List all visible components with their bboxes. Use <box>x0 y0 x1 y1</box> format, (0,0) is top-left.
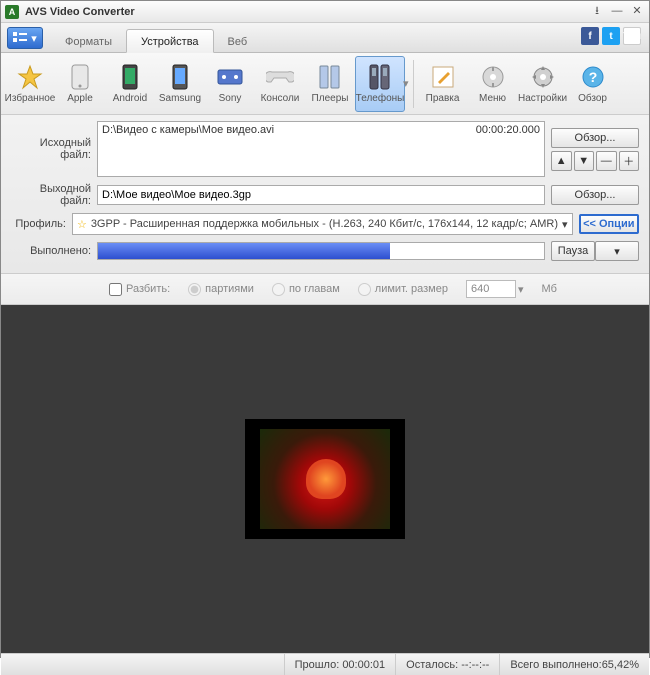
toolbtn-android[interactable]: Android <box>105 56 155 112</box>
progress-fill <box>98 243 390 259</box>
source-file-list[interactable]: D:\Видео с камеры\Мое видео.avi 00:00:20… <box>97 121 545 177</box>
output-label: Выходной файл: <box>11 183 91 207</box>
progress-bar <box>97 242 545 260</box>
view-mode-button[interactable]: ▾ <box>7 27 43 49</box>
toolbtn-about[interactable]: ?Обзор <box>568 56 618 112</box>
toolbtn-sony[interactable]: Sony <box>205 56 255 112</box>
options-button[interactable]: << Опции <box>579 214 639 234</box>
toolbtn-edit[interactable]: Правка <box>418 56 468 112</box>
split-options: Разбить: партиями по главам лимит. разме… <box>1 274 649 305</box>
move-up-button[interactable]: ▲ <box>551 151 572 171</box>
chevron-down-icon: ▾ <box>562 218 568 231</box>
toolbtn-consoles[interactable]: Консоли <box>255 56 305 112</box>
browse-source-button[interactable]: Обзор... <box>551 128 639 148</box>
split-byparts[interactable]: партиями <box>188 283 254 296</box>
toolbtn-favorites[interactable]: Избранное <box>5 56 55 112</box>
status-elapsed: Прошло: 00:00:01 <box>284 654 396 675</box>
chevron-down-icon[interactable]: ▾ <box>518 283 524 296</box>
toolbtn-samsung[interactable]: Samsung <box>155 56 205 112</box>
status-bar: Прошло: 00:00:01 Осталось: --:--:-- Всег… <box>1 653 649 675</box>
browse-output-button[interactable]: Обзор... <box>551 185 639 205</box>
preview-area <box>1 305 649 653</box>
thumbnail-image <box>260 429 390 529</box>
tab-devices[interactable]: Устройства <box>126 29 214 53</box>
toolbtn-players[interactable]: Плееры <box>305 56 355 112</box>
app-icon: A <box>5 5 19 19</box>
split-bysize[interactable]: лимит. размер <box>358 283 448 296</box>
svg-text:?: ? <box>588 69 597 85</box>
star-icon: ☆ <box>77 218 87 231</box>
pause-button[interactable]: Пауза <box>551 241 595 261</box>
radio-bysize[interactable] <box>358 283 371 296</box>
profile-label: Профиль: <box>11 218 66 230</box>
youtube-icon[interactable]: You <box>623 27 641 45</box>
source-label: Исходный файл: <box>11 137 91 161</box>
remove-button[interactable]: — <box>596 151 617 171</box>
split-size-input[interactable] <box>466 280 516 298</box>
source-file-path: D:\Видео с камеры\Мое видео.avi <box>102 124 274 174</box>
radio-byparts[interactable] <box>188 283 201 296</box>
split-bychapters[interactable]: по главам <box>272 283 340 296</box>
profile-text: 3GPP - Расширенная поддержка мобильных -… <box>91 218 558 230</box>
split-checkbox-label[interactable]: Разбить: <box>109 283 170 296</box>
tab-formats[interactable]: Форматы <box>51 30 126 52</box>
facebook-icon[interactable]: f <box>581 27 599 45</box>
close-button[interactable]: ✕ <box>629 5 645 19</box>
toolbtn-apple[interactable]: Apple <box>55 56 105 112</box>
add-button[interactable]: ＋ <box>619 151 640 171</box>
toolbtn-settings[interactable]: Настройки <box>518 56 568 112</box>
twitter-icon[interactable]: t <box>602 27 620 45</box>
toolbtn-phones[interactable]: Телефоны <box>355 56 405 112</box>
social-links: f t You <box>581 27 641 45</box>
radio-bychapters[interactable] <box>272 283 285 296</box>
pause-dropdown-button[interactable]: ▾ <box>595 241 639 261</box>
status-overall: Всего выполнено:65,42% <box>499 654 649 675</box>
download-icon[interactable]: ⭳ <box>589 5 605 19</box>
form-area: Исходный файл: D:\Видео с камеры\Мое вид… <box>1 115 649 274</box>
app-title: AVS Video Converter <box>25 6 585 18</box>
tab-web[interactable]: Веб <box>214 30 262 52</box>
move-down-button[interactable]: ▼ <box>574 151 595 171</box>
output-path-input[interactable] <box>97 185 545 205</box>
title-bar: A AVS Video Converter ⭳ — ✕ <box>1 1 649 23</box>
progress-label: Выполнено: <box>11 245 91 257</box>
source-file-duration: 00:00:20.000 <box>476 124 540 174</box>
minimize-button[interactable]: — <box>609 5 625 19</box>
split-checkbox[interactable] <box>109 283 122 296</box>
device-toolbar: Избранное Apple Android Samsung Sony Кон… <box>1 53 649 115</box>
toolbtn-menu[interactable]: Меню <box>468 56 518 112</box>
video-thumbnail <box>245 419 405 539</box>
profile-select[interactable]: ☆ 3GPP - Расширенная поддержка мобильных… <box>72 213 573 235</box>
mb-label: Мб <box>541 283 556 295</box>
tab-row: ▾ Форматы Устройства Веб f t You <box>1 23 649 53</box>
status-remaining: Осталось: --:--:-- <box>395 654 499 675</box>
